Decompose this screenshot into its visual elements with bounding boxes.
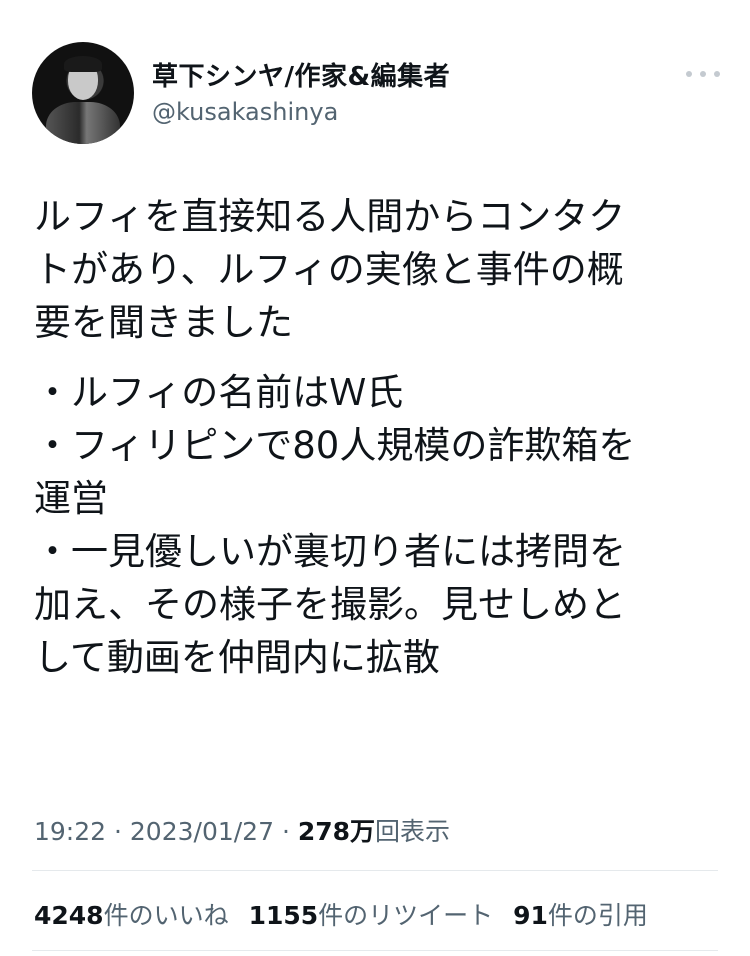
- tweet-time[interactable]: 19:22: [34, 817, 106, 846]
- divider: [32, 870, 718, 871]
- views-label: 回表示: [375, 817, 451, 846]
- meta-separator: ·: [281, 817, 290, 846]
- more-options-icon[interactable]: [686, 60, 720, 88]
- display-name[interactable]: 草下シンヤ/作家&編集者: [152, 56, 450, 93]
- meta-separator: ·: [114, 817, 122, 846]
- tweet: 草下シンヤ/作家&編集者 @kusakashinya ルフィを直接知る人間からコ…: [0, 0, 750, 956]
- retweets-count: 1155: [248, 901, 319, 930]
- likes-label: 件のいいね: [103, 901, 229, 930]
- divider: [32, 950, 718, 951]
- more-dot: [686, 71, 692, 77]
- avatar[interactable]: [32, 42, 134, 144]
- views-count: 278万: [297, 817, 376, 846]
- quotes-stat[interactable]: 91件の引用: [513, 901, 648, 930]
- tweet-paragraph: ・ルフィの名前はＷ氏 ・フィリピンで80人規模の詐欺箱を 運営 ・一見優しいが裏…: [34, 371, 636, 679]
- likes-count: 4248: [34, 901, 104, 930]
- tweet-text: ルフィを直接知る人間からコンタク トがあり、ルフィの実像と事件の概 要を聞きまし…: [34, 190, 724, 701]
- quotes-label: 件の引用: [547, 901, 648, 930]
- avatar-body-shape: [46, 102, 120, 144]
- more-dot: [714, 71, 720, 77]
- more-dot: [700, 71, 706, 77]
- tweet-meta: 19:22 · 2023/01/27 · 278万回表示: [34, 812, 450, 848]
- tweet-paragraph: ルフィを直接知る人間からコンタク トがあり、ルフィの実像と事件の概 要を聞きまし…: [34, 195, 626, 344]
- avatar-hair-shape: [64, 56, 102, 72]
- likes-stat[interactable]: 4248件のいいね: [34, 901, 229, 930]
- quotes-count: 91: [513, 901, 548, 930]
- user-handle[interactable]: @kusakashinya: [152, 98, 338, 126]
- engagement-stats: 4248件のいいね 1155件のリツイート 91件の引用: [34, 896, 660, 932]
- retweets-label: 件のリツイート: [318, 901, 494, 930]
- retweets-stat[interactable]: 1155件のリツイート: [249, 901, 494, 930]
- tweet-date[interactable]: 2023/01/27: [130, 817, 274, 846]
